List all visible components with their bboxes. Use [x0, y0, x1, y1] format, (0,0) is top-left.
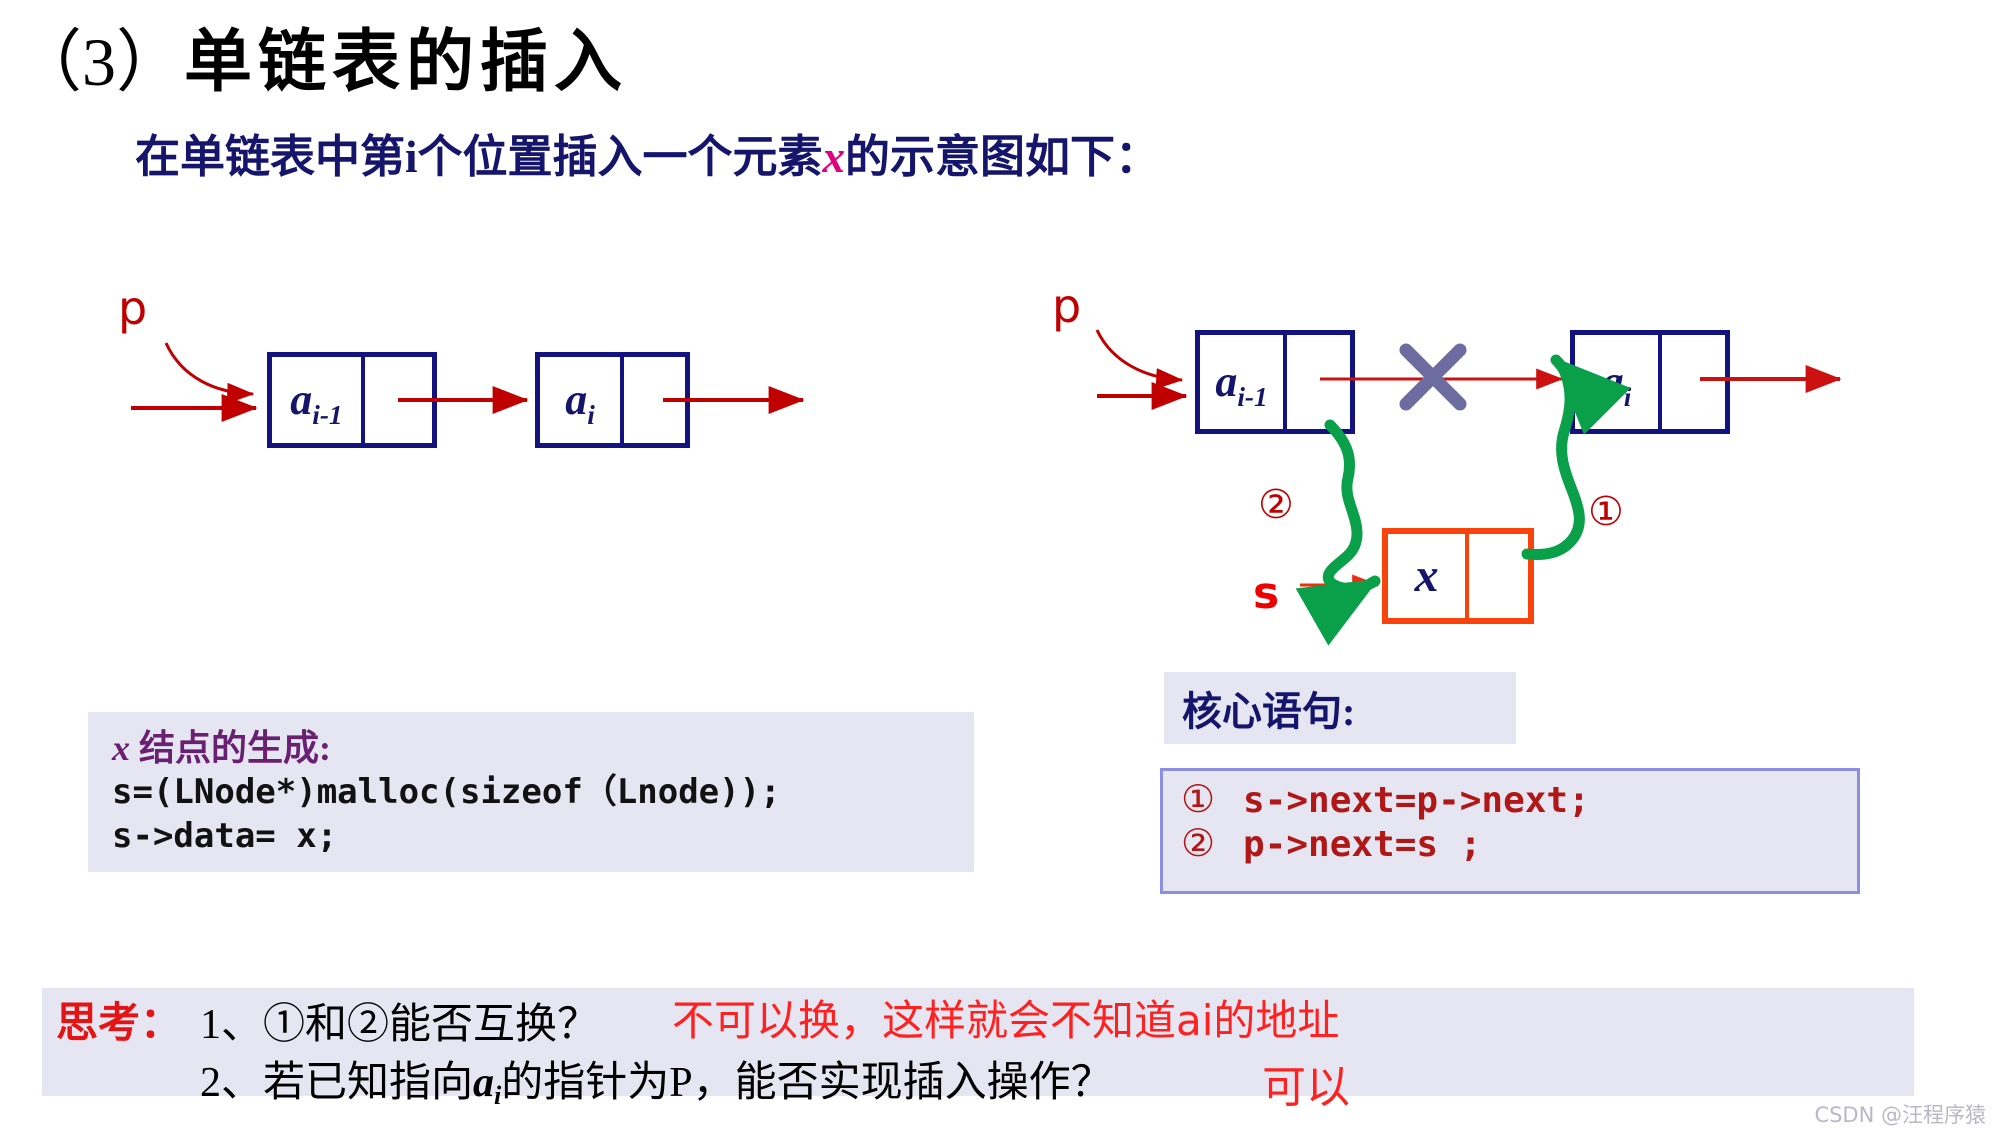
subtitle-prefix: 在单链表中第i个位置插入一个元素	[135, 132, 823, 182]
answer-2-text: 可以	[1262, 1062, 1350, 1113]
page-title: （3）单链表的插入	[14, 6, 628, 105]
core-statement-mark-1: ①	[1181, 779, 1216, 821]
question-2-italic: ai	[473, 1060, 502, 1110]
right-new-node-x-data: x	[1388, 534, 1470, 618]
subtitle-suffix: 的示意图如下：	[845, 132, 1161, 182]
core-statement-box: ① s->next=p->next; ② p->next=s ;	[1160, 768, 1860, 894]
title-number: （3）	[14, 24, 185, 100]
left-node-ai-data: ai	[540, 357, 625, 443]
code-panel-left: x 结点的生成: s=(LNode*)malloc(sizeof（Lnode))…	[88, 712, 974, 872]
right-node-ai-minus-1-label: ai-1	[1215, 357, 1268, 412]
right-pointer-label-p: p	[1052, 279, 1082, 333]
right-node-ai-minus-1-data: ai-1	[1200, 335, 1287, 429]
green-curve-step-2	[1295, 419, 1381, 646]
core-statement-row-1: ① s->next=p->next;	[1181, 779, 1857, 823]
left-node-ai-next	[624, 357, 685, 443]
core-statement-title-text: 核心语句:	[1182, 689, 1356, 734]
code-panel-left-heading-rest: 结点的生成:	[130, 728, 331, 768]
step-marker-2: ②	[1258, 482, 1294, 527]
left-node-ai: ai	[535, 352, 690, 448]
code-panel-left-heading-italic: x	[112, 728, 130, 768]
question-2-part2: 的指针为P，能否实现插入操作？	[501, 1060, 1113, 1106]
question-2-part1: 2、若已知指向	[200, 1060, 474, 1106]
subtitle-highlight-x: x	[822, 132, 846, 182]
slide-canvas: （3）单链表的插入 在单链表中第i个位置插入一个元素x的示意图如下： p ai-…	[0, 0, 2002, 1135]
step-marker-1: ①	[1588, 489, 1624, 534]
left-node-ai-minus-1-next	[365, 357, 432, 443]
answer-1-text: 不可以换，这样就会不知道ai的地址	[672, 996, 1340, 1045]
left-node-ai-minus-1-label: ai-1	[290, 375, 343, 430]
left-node-ai-label: ai	[565, 375, 595, 430]
broken-link-x-icon	[1399, 343, 1467, 411]
right-node-ai: ai	[1570, 330, 1730, 434]
questions-lead-label: 思考：	[56, 1001, 183, 1047]
right-new-node-x: x	[1382, 528, 1534, 624]
watermark: CSDN @汪程序猿	[1814, 1103, 1986, 1127]
left-node-ai-minus-1-data: ai-1	[272, 357, 365, 443]
code-panel-left-line-1: s=(LNode*)malloc(sizeof（Lnode));	[112, 772, 781, 812]
code-panel-left-line-2: s->data= x;	[112, 815, 338, 856]
left-pointer-label-p: p	[118, 281, 148, 335]
core-statement-row-2: ② p->next=s ;	[1181, 823, 1857, 867]
right-p-curve-arrow	[1095, 329, 1184, 390]
core-statement-title: 核心语句:	[1164, 672, 1516, 744]
right-node-ai-next	[1662, 335, 1725, 429]
core-statement-code-1: s->next=p->next;	[1243, 780, 1590, 822]
code-panel-left-heading: x 结点的生成:	[112, 726, 954, 771]
title-text: 单链表的插入	[184, 23, 629, 102]
right-node-ai-data: ai	[1575, 335, 1662, 429]
question-2-text: 2、若已知指向ai的指针为P，能否实现插入操作？	[200, 1060, 1113, 1110]
left-p-curve-arrow	[164, 342, 255, 404]
right-new-node-x-label: x	[1414, 549, 1439, 602]
core-statement-mark-2: ②	[1181, 822, 1216, 865]
right-node-ai-minus-1-next	[1287, 335, 1350, 429]
left-node-ai-minus-1: ai-1	[267, 352, 437, 448]
right-new-node-x-next	[1469, 534, 1528, 618]
subtitle: 在单链表中第i个位置插入一个元素x的示意图如下：	[135, 120, 1160, 185]
right-node-ai-minus-1: ai-1	[1195, 330, 1355, 434]
question-1-text: 1、①和②能否互换？	[200, 1002, 600, 1048]
right-node-ai-label: ai	[1601, 357, 1632, 412]
right-pointer-label-s: s	[1253, 568, 1280, 619]
core-statement-code-2: p->next=s ;	[1243, 823, 1482, 865]
